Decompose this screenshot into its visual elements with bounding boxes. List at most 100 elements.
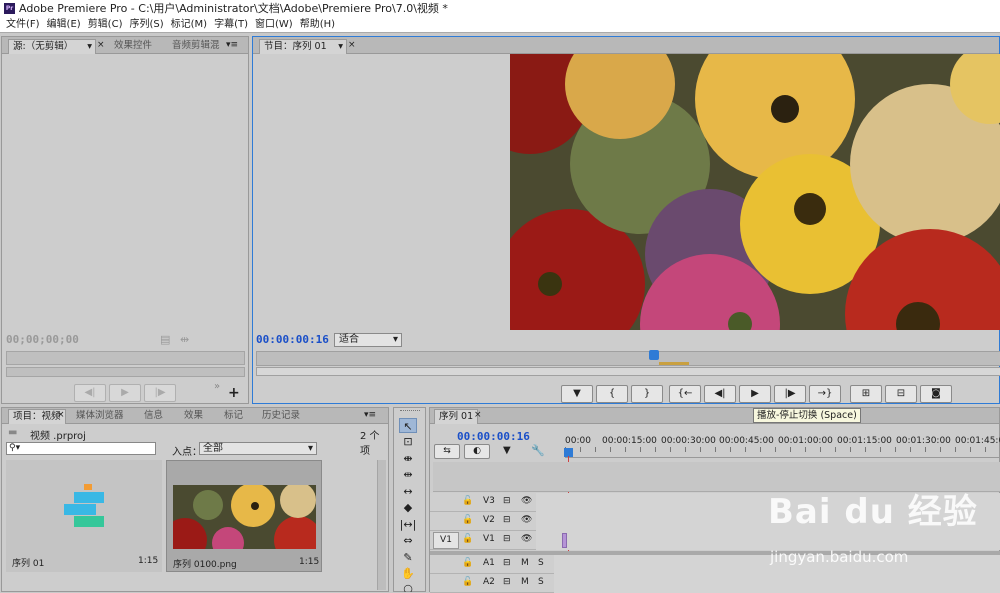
step-back-button[interactable]: ◀|	[74, 384, 106, 402]
playhead-icon[interactable]	[649, 350, 659, 360]
film-icon[interactable]: ▤	[160, 333, 170, 346]
search-icon: ⚲▾	[9, 443, 21, 453]
program-scrubber[interactable]	[256, 350, 1000, 366]
ruler-label: 00:00:30:00	[661, 436, 716, 446]
lock-icon[interactable]: 🔓	[462, 512, 473, 529]
eye-icon[interactable]: 👁	[521, 531, 532, 548]
track-a1[interactable]: 🔓 A1 ⊟ M S	[430, 555, 1000, 574]
play-button[interactable]: ▶	[109, 384, 141, 402]
mute-button[interactable]: M	[521, 555, 529, 572]
toggle-sync-icon[interactable]: ⊟	[503, 555, 511, 572]
zoom-tool-icon[interactable]: ○	[399, 581, 417, 592]
rate-stretch-tool-icon[interactable]: ↔	[399, 484, 417, 499]
eye-icon[interactable]: 👁	[521, 512, 532, 529]
menu-file[interactable]: 文件(F)	[6, 17, 40, 33]
menu-edit[interactable]: 编辑(E)	[47, 17, 81, 33]
slip-tool-icon[interactable]: |↔|	[399, 517, 417, 532]
close-icon[interactable]: ×	[474, 410, 482, 420]
play-stop-button[interactable]: ▶	[739, 385, 771, 403]
lock-icon[interactable]: 🔓	[462, 531, 473, 548]
add-marker-icon[interactable]: ▼	[503, 445, 511, 456]
source-scrubber[interactable]	[6, 351, 245, 365]
eye-icon[interactable]: 👁	[521, 493, 532, 510]
drag-icon[interactable]: ⇹	[180, 333, 189, 346]
rolling-edit-tool-icon[interactable]: ⇹	[399, 467, 417, 482]
bin-item-image[interactable]: 序列 0100.png 1:15	[166, 460, 322, 572]
step-forward-button[interactable]: |▶	[144, 384, 176, 402]
lock-icon[interactable]: 🔓	[462, 493, 473, 510]
menu-sequence[interactable]: 序列(S)	[129, 17, 163, 33]
track-v1[interactable]: V1 🔓 V1 ⊟ 👁	[430, 531, 1000, 550]
add-button-icon[interactable]: +	[228, 385, 240, 401]
toggle-sync-icon[interactable]: ⊟	[503, 512, 511, 529]
step-back-button[interactable]: ◀|	[704, 385, 736, 403]
lift-button[interactable]: ⊞	[850, 385, 882, 403]
tab-program[interactable]: 节目：序列 01 ▾	[259, 39, 347, 54]
program-timecode[interactable]: 00:00:00:16	[256, 333, 329, 346]
panel-menu-icon[interactable]: ▾≡	[226, 40, 238, 50]
slide-tool-icon[interactable]: ⇔	[399, 533, 417, 548]
track-select-tool-icon[interactable]: ⊡	[399, 434, 417, 449]
hand-tool-icon[interactable]: ✋	[399, 566, 417, 581]
tab-audio-clip-mixer[interactable]: 音频剪辑混	[168, 39, 224, 54]
menu-title[interactable]: 字幕(T)	[214, 17, 248, 33]
step-forward-button[interactable]: |▶	[774, 385, 806, 403]
track-a2[interactable]: 🔓 A2 ⊟ M S	[430, 574, 1000, 593]
extract-button[interactable]: ⊟	[885, 385, 917, 403]
ruler-label: 00:01:00:00	[778, 436, 833, 446]
grip[interactable]	[400, 410, 420, 413]
source-patch-v1[interactable]: V1	[433, 532, 459, 549]
ripple-edit-tool-icon[interactable]: ⇼	[399, 451, 417, 466]
video-clip[interactable]	[562, 533, 567, 548]
selection-tool-icon[interactable]: ↖	[399, 418, 417, 433]
go-to-out-button[interactable]: →}	[809, 385, 841, 403]
link-button[interactable]: ◐	[464, 444, 490, 459]
fit-dropdown[interactable]: 适合 ▾	[334, 333, 402, 347]
project-scrollbar[interactable]	[377, 460, 386, 590]
panel-menu-icon[interactable]: ▾≡	[364, 410, 376, 420]
snap-button[interactable]: ⇆	[434, 444, 460, 459]
menu-window[interactable]: 窗口(W)	[255, 17, 293, 33]
tab-effects[interactable]: 效果	[180, 409, 207, 424]
track-area[interactable]	[536, 531, 1000, 550]
time-ruler[interactable]: 00:00 00:00:15:00 00:00:30:00 00:00:45:0…	[564, 434, 1000, 458]
close-icon[interactable]: ×	[57, 410, 65, 420]
mark-out-button[interactable]: }	[631, 385, 663, 403]
wrench-icon[interactable]: 🔧	[531, 444, 545, 457]
lock-icon[interactable]: 🔓	[462, 555, 473, 572]
lock-icon[interactable]: 🔓	[462, 574, 473, 591]
add-marker-button[interactable]: ▼	[561, 385, 593, 403]
mark-in-button[interactable]: {	[596, 385, 628, 403]
tab-history[interactable]: 历史记录	[258, 409, 304, 424]
source-zoom-bar[interactable]	[6, 367, 245, 377]
more-icon[interactable]: »	[214, 381, 220, 392]
tab-sequence[interactable]: 序列 01	[434, 409, 479, 424]
timeline-timecode[interactable]: 00:00:00:16	[457, 430, 530, 443]
search-input[interactable]: ⚲▾	[6, 442, 156, 455]
menu-marker[interactable]: 标记(M)	[171, 17, 207, 33]
program-monitor-video[interactable]	[510, 54, 1000, 330]
export-frame-button[interactable]: ◙	[920, 385, 952, 403]
tab-info[interactable]: 信息	[140, 409, 167, 424]
tab-media-browser[interactable]: 媒体浏览器	[72, 409, 128, 424]
menu-help[interactable]: 帮助(H)	[300, 17, 335, 33]
solo-button[interactable]: S	[538, 574, 544, 591]
tab-markers[interactable]: 标记	[220, 409, 247, 424]
pen-tool-icon[interactable]: ✎	[399, 550, 417, 565]
bin-item-sequence[interactable]: 序列 01 1:15	[6, 460, 162, 572]
track-area[interactable]	[554, 574, 1000, 593]
in-point-dropdown[interactable]: 全部 ▾	[199, 442, 317, 455]
close-icon[interactable]: ×	[97, 40, 105, 50]
razor-tool-icon[interactable]: ◆	[399, 500, 417, 515]
toggle-sync-icon[interactable]: ⊟	[503, 574, 511, 591]
tab-source[interactable]: 源:（无剪辑） ▾	[8, 39, 96, 54]
menu-clip[interactable]: 剪辑(C)	[88, 17, 123, 33]
toggle-sync-icon[interactable]: ⊟	[503, 531, 511, 548]
mute-button[interactable]: M	[521, 574, 529, 591]
close-icon[interactable]: ×	[348, 40, 356, 50]
tab-effect-controls[interactable]: 效果控件	[110, 39, 156, 54]
program-zoom-bar[interactable]	[256, 367, 1000, 376]
go-to-in-button[interactable]: {←	[669, 385, 701, 403]
solo-button[interactable]: S	[538, 555, 544, 572]
toggle-sync-icon[interactable]: ⊟	[503, 493, 511, 510]
